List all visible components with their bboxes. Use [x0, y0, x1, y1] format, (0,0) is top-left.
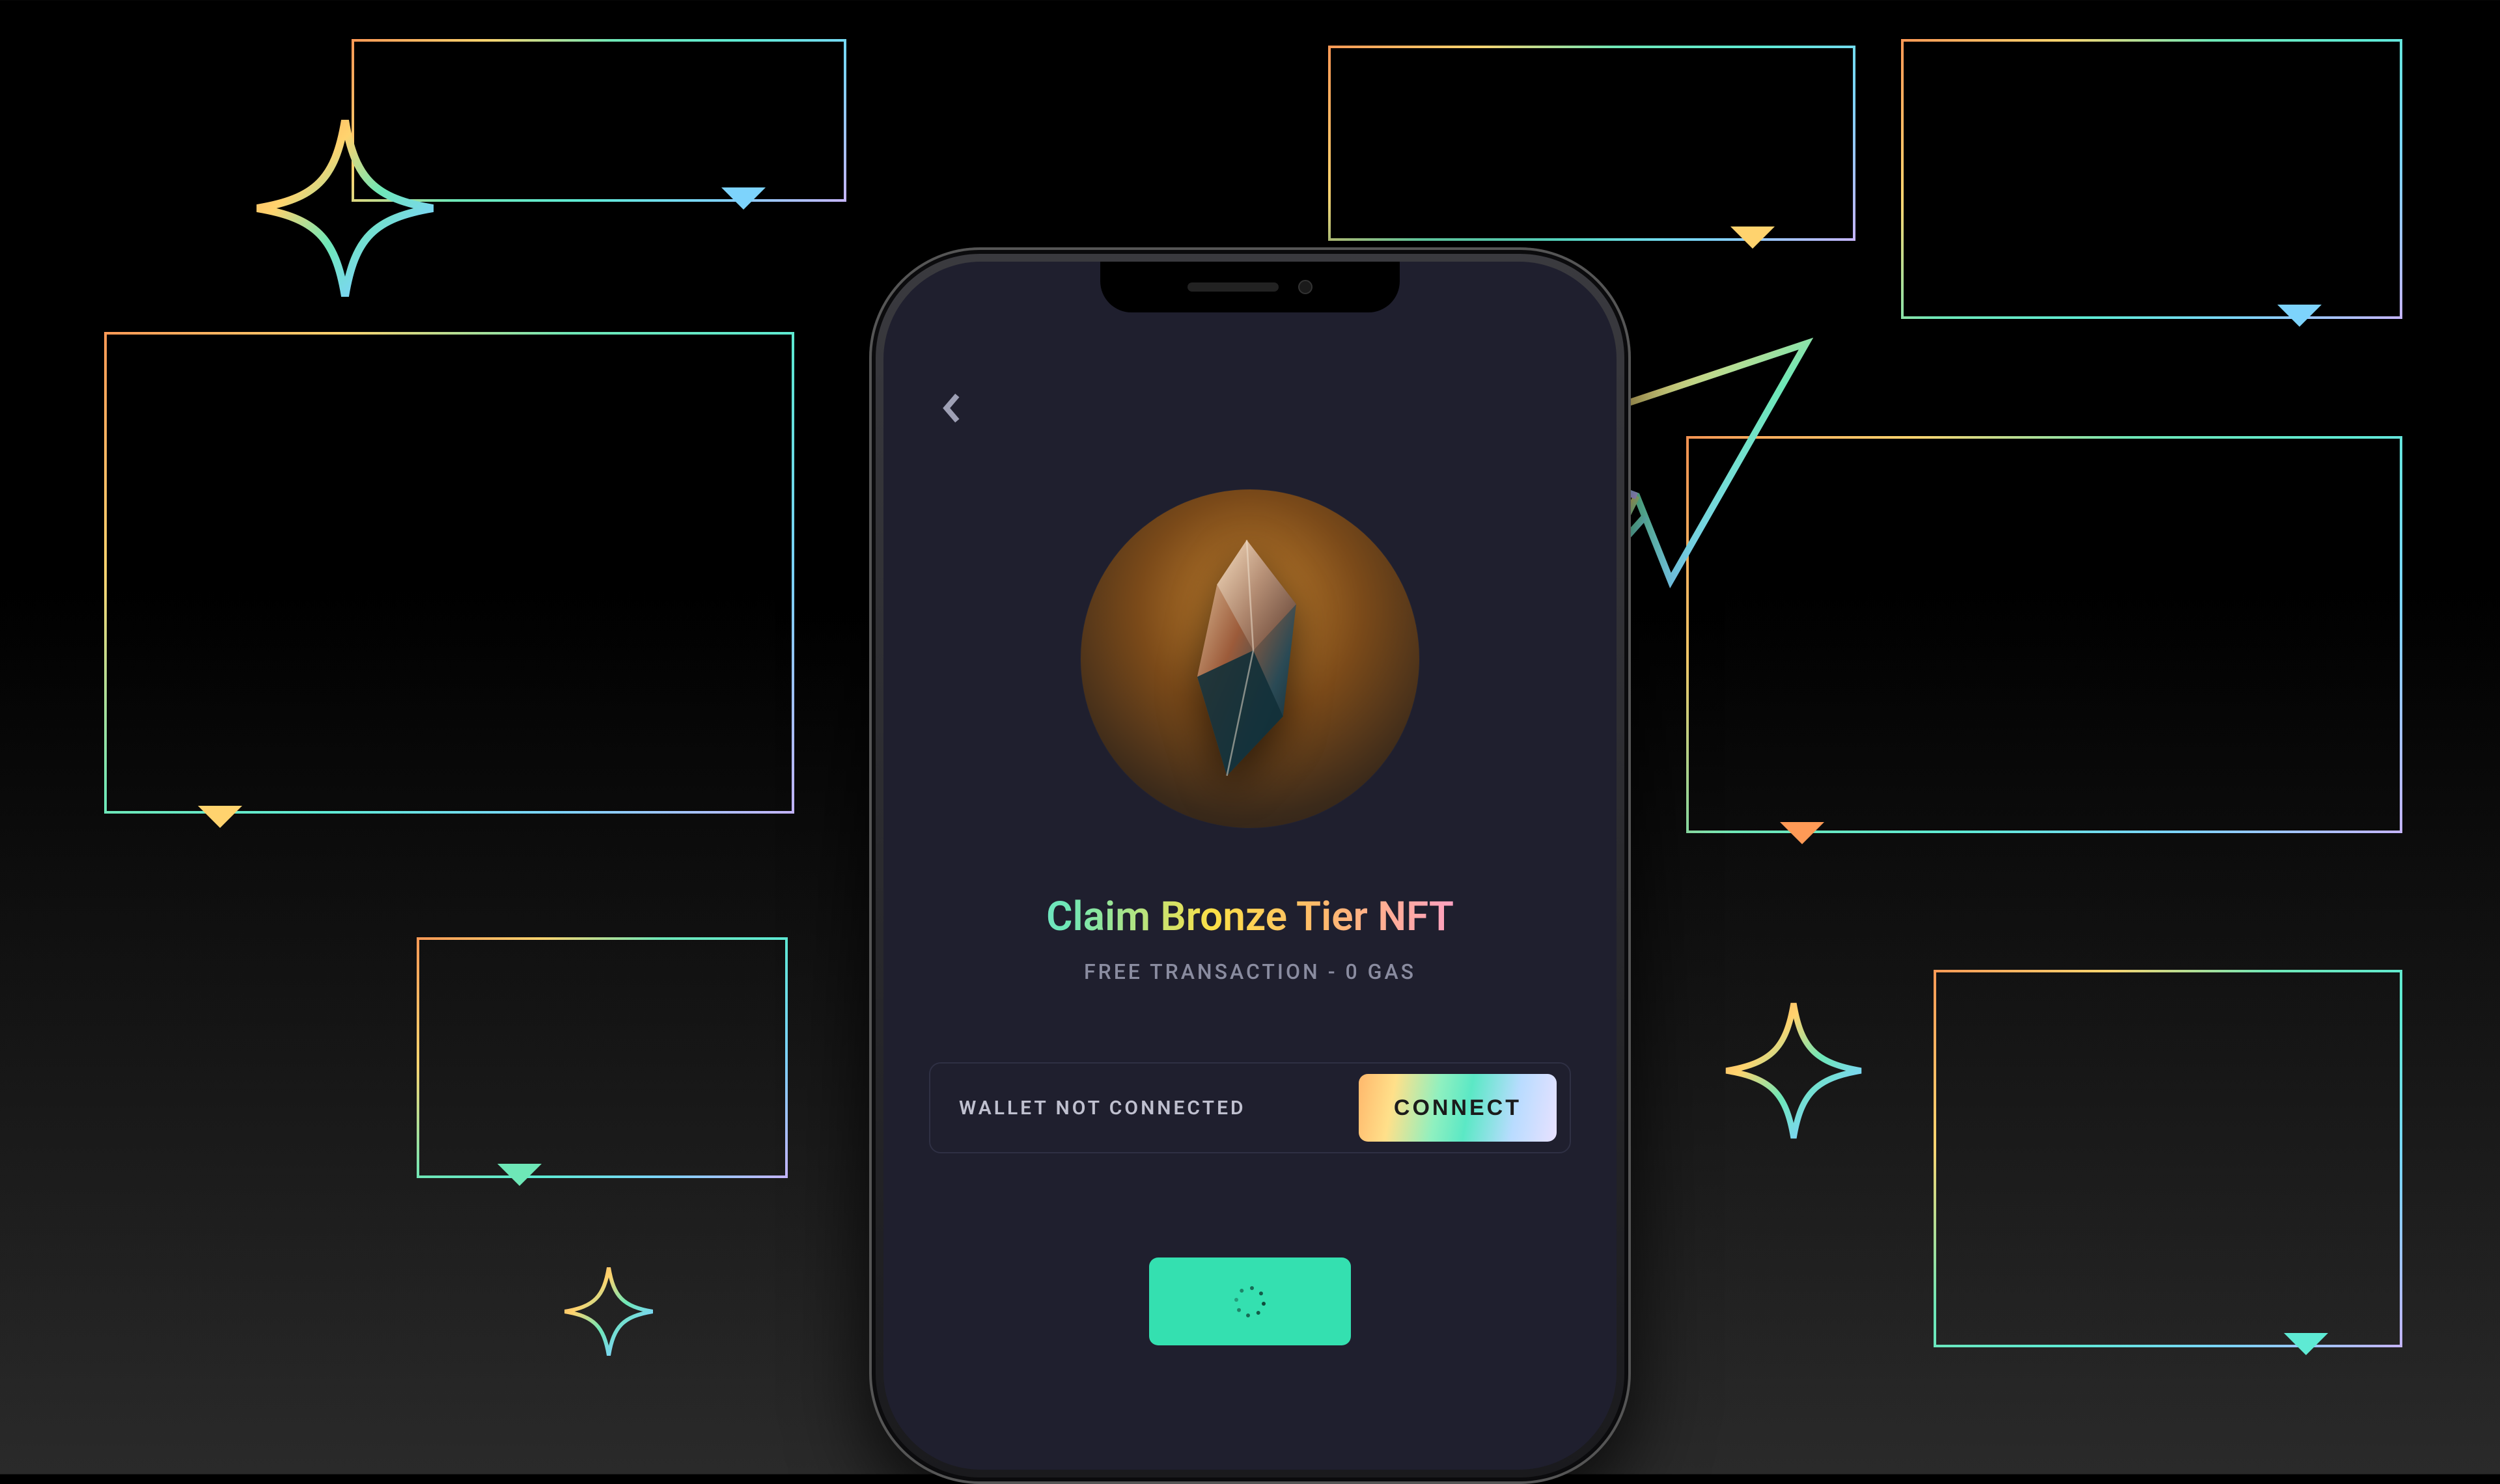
phone-notch: [1100, 262, 1400, 312]
sparkle-icon: [247, 111, 443, 306]
sparkle-icon: [1719, 996, 1868, 1146]
speaker-grille: [1188, 282, 1279, 292]
loading-spinner-icon: [1236, 1288, 1264, 1315]
speech-bubble-icon: [352, 39, 846, 202]
wallet-status-text: WALLET NOT CONNECTED: [959, 1097, 1246, 1120]
front-camera: [1298, 280, 1312, 294]
phone-frame: Claim Bronze Tier NFT FREE TRANSACTION -…: [869, 247, 1631, 1484]
speech-bubble-icon: [1328, 46, 1855, 241]
page-title: Claim Bronze Tier NFT: [883, 893, 1617, 941]
bronze-crystal-icon: [1165, 535, 1335, 782]
phone-screen: Claim Bronze Tier NFT FREE TRANSACTION -…: [883, 262, 1617, 1470]
nft-badge: [1081, 489, 1419, 828]
speech-bubble-icon: [417, 937, 788, 1178]
back-button[interactable]: [936, 392, 968, 424]
sparkle-icon: [560, 1263, 658, 1360]
speech-bubble-icon: [1934, 970, 2402, 1347]
speech-bubble-icon: [1686, 436, 2402, 833]
speech-bubble-icon: [1901, 39, 2402, 319]
claim-button-loading[interactable]: [1149, 1257, 1351, 1345]
page-subtitle: FREE TRANSACTION - 0 GAS: [883, 959, 1617, 984]
connect-wallet-button[interactable]: CONNECT: [1359, 1074, 1557, 1142]
chevron-left-icon: [941, 392, 963, 424]
speech-bubble-icon: [104, 332, 794, 814]
wallet-status-row: WALLET NOT CONNECTED CONNECT: [929, 1062, 1571, 1153]
